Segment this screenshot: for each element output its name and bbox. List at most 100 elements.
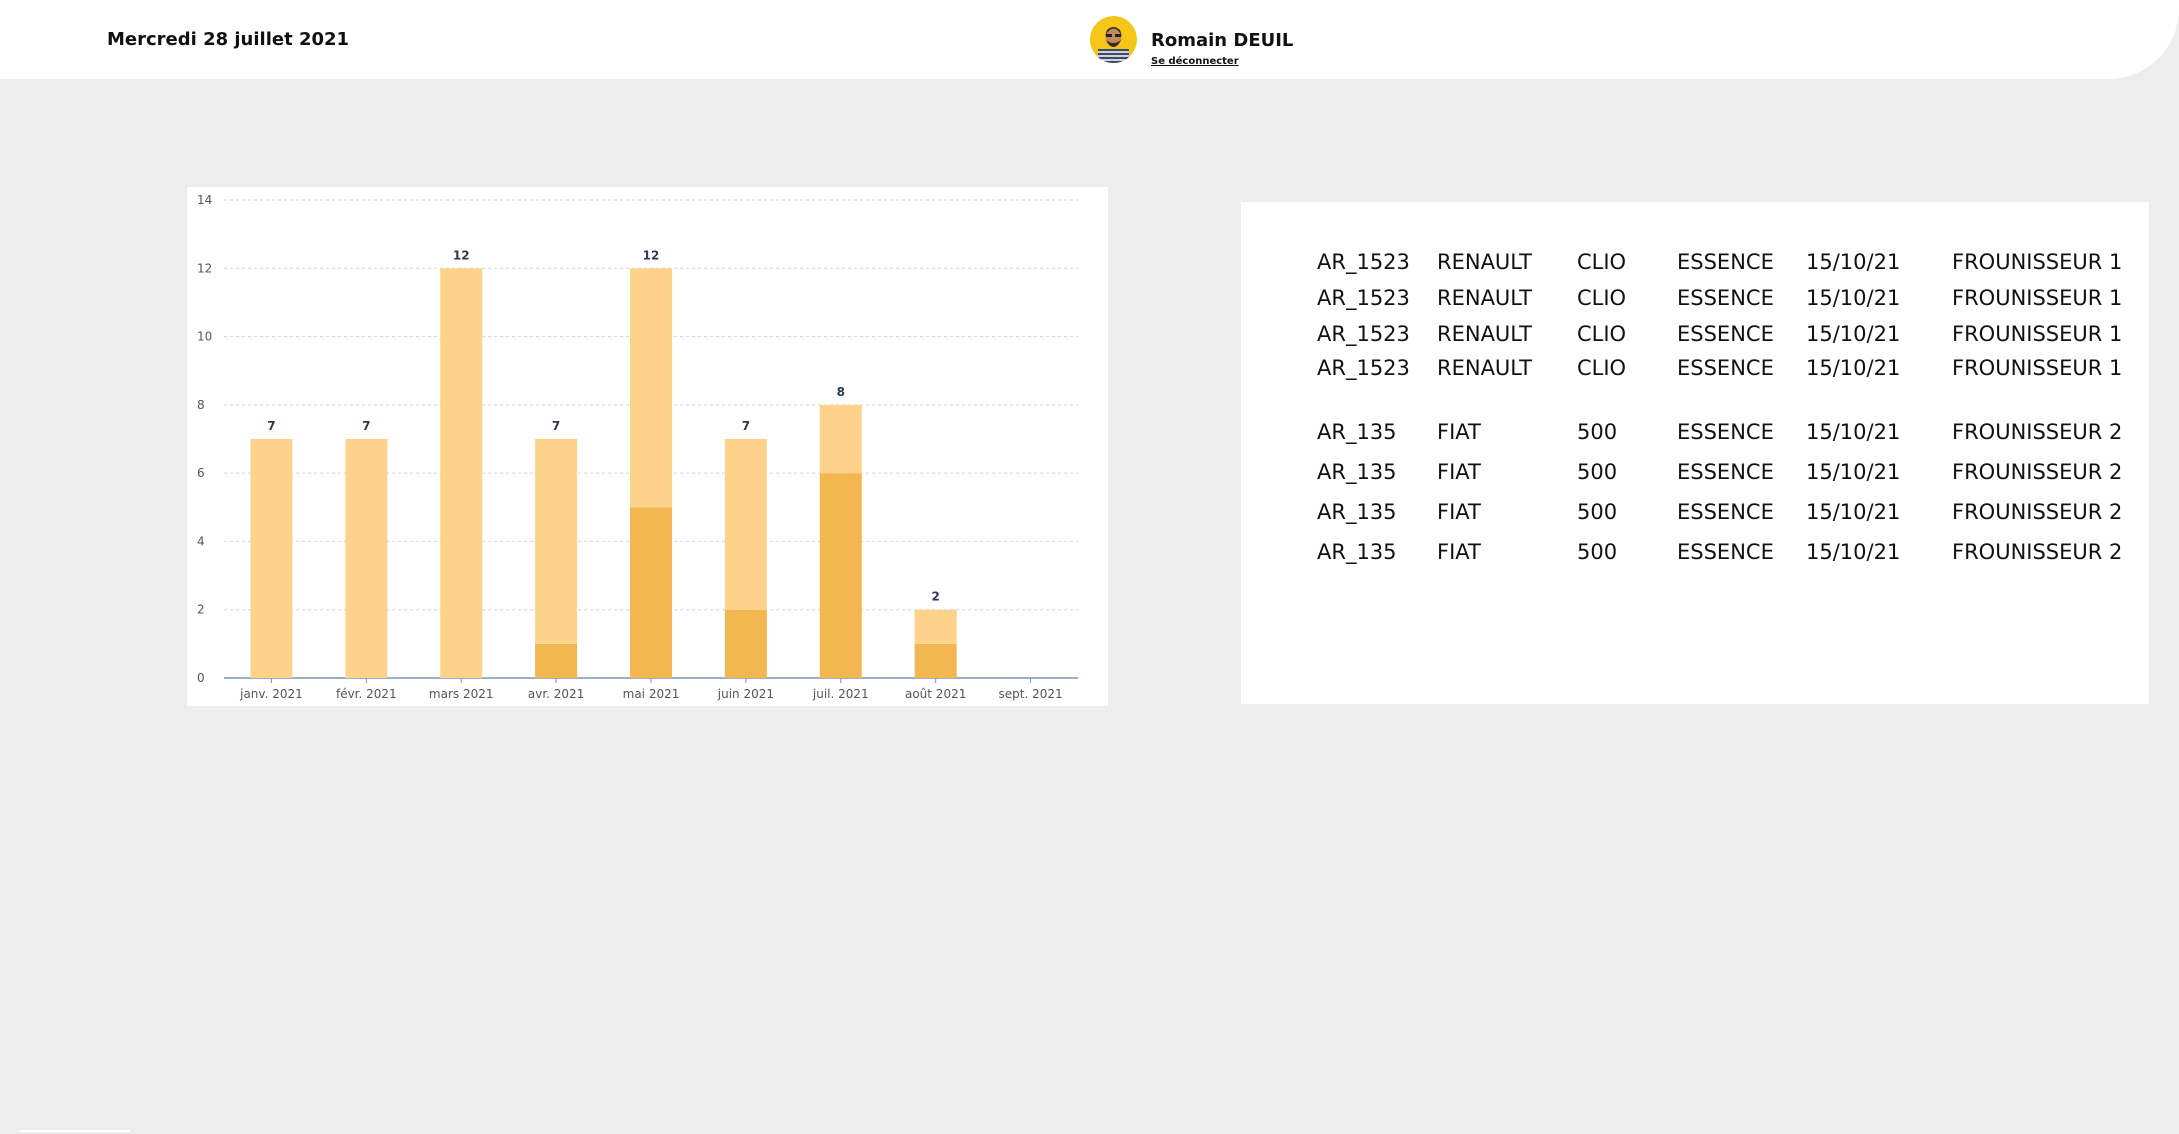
table-cell: AR_135 <box>1317 460 1397 484</box>
data-label: 2 <box>931 590 939 604</box>
table-cell: ESSENCE <box>1677 540 1774 564</box>
table-cell: ESSENCE <box>1677 322 1774 346</box>
table-cell: AR_135 <box>1317 420 1397 444</box>
y-tick-label: 14 <box>197 193 212 207</box>
table-cell: ESSENCE <box>1677 356 1774 380</box>
table-cell: CLIO <box>1577 250 1627 274</box>
table-cell: FIAT <box>1437 460 1481 484</box>
bar-chart-panel: 0 2 4 6 8 10 12 14 janv. 2021 7 févr. 2021 7 mars 20… <box>187 187 1108 706</box>
table-cell: CLIO <box>1577 322 1627 346</box>
table-cell: FROUNISSEUR 1 <box>1952 322 2123 346</box>
table-cell: 500 <box>1577 460 1618 484</box>
table-cell: 500 <box>1577 540 1618 564</box>
table-cell: 15/10/21 <box>1806 322 1901 346</box>
logout-link[interactable]: Se déconnecter <box>1151 56 1239 67</box>
table-cell: 15/10/21 <box>1806 460 1901 484</box>
table-cell: FROUNISSEUR 1 <box>1952 356 2123 380</box>
vehicle-table: AR_1523 RENAULT CLIO ESSENCE 15/10/21 FROUNIS… <box>1241 202 2149 704</box>
data-label: 12 <box>643 248 660 262</box>
table-cell: 15/10/21 <box>1806 420 1901 444</box>
x-tick-label: mars 2021 <box>429 687 494 701</box>
bar-segment <box>914 609 957 644</box>
x-tick-label: sept. 2021 <box>998 687 1062 701</box>
table-cell: RENAULT <box>1437 286 1532 310</box>
bar-segment <box>345 439 388 678</box>
data-label: 7 <box>267 419 275 433</box>
table-cell: 500 <box>1577 420 1618 444</box>
y-tick-label: 4 <box>197 534 205 548</box>
table-cell: FROUNISSEUR 2 <box>1952 420 2123 444</box>
table-cell: AR_1523 <box>1317 286 1410 310</box>
y-tick-label: 2 <box>197 603 205 617</box>
table-cell: ESSENCE <box>1677 460 1774 484</box>
table-cell: ESSENCE <box>1677 250 1774 274</box>
user-name: Romain DEUIL <box>1151 30 1294 51</box>
table-row: AR_1523 RENAULT CLIO ESSENCE 15/10/21 FROUNIS… <box>1241 286 2149 316</box>
table-cell: AR_1523 <box>1317 322 1410 346</box>
bar-segment <box>440 268 483 678</box>
table-cell: AR_135 <box>1317 500 1397 524</box>
x-tick-label: avr. 2021 <box>528 687 584 701</box>
table-cell: AR_135 <box>1317 540 1397 564</box>
table-cell: 15/10/21 <box>1806 286 1901 310</box>
table-cell: FROUNISSEUR 1 <box>1952 250 2123 274</box>
table-cell: FROUNISSEUR 2 <box>1952 460 2123 484</box>
bar-chart: 0 2 4 6 8 10 12 14 janv. 2021 7 févr. 2021 7 mars 20… <box>197 193 1078 701</box>
table-cell: FIAT <box>1437 540 1481 564</box>
table-cell: CLIO <box>1577 286 1627 310</box>
table-cell: FROUNISSEUR 2 <box>1952 540 2123 564</box>
y-tick-label: 12 <box>197 261 212 275</box>
data-label: 7 <box>362 419 370 433</box>
table-row: AR_135 FIAT 500 ESSENCE 15/10/21 FROUNISSEUR … <box>1241 500 2149 530</box>
table-row: AR_1523 RENAULT CLIO ESSENCE 15/10/21 FROUNIS… <box>1241 356 2149 386</box>
table-row: AR_135 FIAT 500 ESSENCE 15/10/21 FROUNISSEUR … <box>1241 460 2149 490</box>
table-row: AR_135 FIAT 500 ESSENCE 15/10/21 FROUNISSEUR … <box>1241 420 2149 450</box>
table-row: AR_1523 RENAULT CLIO ESSENCE 15/10/21 FROUNIS… <box>1241 322 2149 352</box>
table-cell: 500 <box>1577 500 1618 524</box>
y-tick-label: 0 <box>197 671 205 685</box>
avatar[interactable] <box>1090 16 1137 63</box>
table-cell: 15/10/21 <box>1806 500 1901 524</box>
current-date: Mercredi 28 juillet 2021 <box>107 29 350 50</box>
table-cell: CLIO <box>1577 356 1627 380</box>
table-cell: ESSENCE <box>1677 420 1774 444</box>
top-bar: Mercredi 28 juillet 2021 Romain DEUIL Se… <box>0 0 2179 79</box>
bottom-divider <box>20 1130 130 1132</box>
table-cell: AR_1523 <box>1317 250 1410 274</box>
bar-segment <box>630 507 672 678</box>
y-tick-label: 10 <box>197 330 212 344</box>
bar-segment <box>914 643 957 678</box>
x-tick-label: mai 2021 <box>623 687 680 701</box>
y-tick-label: 6 <box>197 466 205 480</box>
table-cell: RENAULT <box>1437 250 1532 274</box>
x-tick-label: févr. 2021 <box>336 687 397 701</box>
table-cell: 15/10/21 <box>1806 250 1901 274</box>
table-cell: RENAULT <box>1437 356 1532 380</box>
table-cell: AR_1523 <box>1317 356 1410 380</box>
table-cell: ESSENCE <box>1677 500 1774 524</box>
table-cell: FROUNISSEUR 1 <box>1952 286 2123 310</box>
data-label: 7 <box>742 419 750 433</box>
data-label: 8 <box>837 385 845 399</box>
table-cell: FIAT <box>1437 420 1481 444</box>
bar-segment <box>819 404 862 474</box>
table-cell: RENAULT <box>1437 322 1532 346</box>
bar-segment <box>535 439 578 644</box>
bar-segment <box>535 643 578 678</box>
y-tick-label: 8 <box>197 398 205 412</box>
table-row: AR_135 FIAT 500 ESSENCE 15/10/21 FROUNISSEUR … <box>1241 540 2149 570</box>
x-tick-label: juil. 2021 <box>812 687 869 701</box>
bar-segment <box>724 609 767 678</box>
bar-segment <box>819 473 862 678</box>
table-row: AR_1523 RENAULT CLIO ESSENCE 15/10/21 FROUNIS… <box>1241 250 2149 280</box>
table-cell: FROUNISSEUR 2 <box>1952 500 2123 524</box>
data-label: 12 <box>453 248 470 262</box>
data-label: 7 <box>552 419 560 433</box>
table-cell: FIAT <box>1437 500 1481 524</box>
bar-segment <box>630 268 672 508</box>
x-tick-label: août 2021 <box>905 687 966 701</box>
bar-segment <box>724 439 767 610</box>
table-cell: 15/10/21 <box>1806 540 1901 564</box>
x-tick-label: janv. 2021 <box>239 687 303 701</box>
x-tick-label: juin 2021 <box>717 687 774 701</box>
